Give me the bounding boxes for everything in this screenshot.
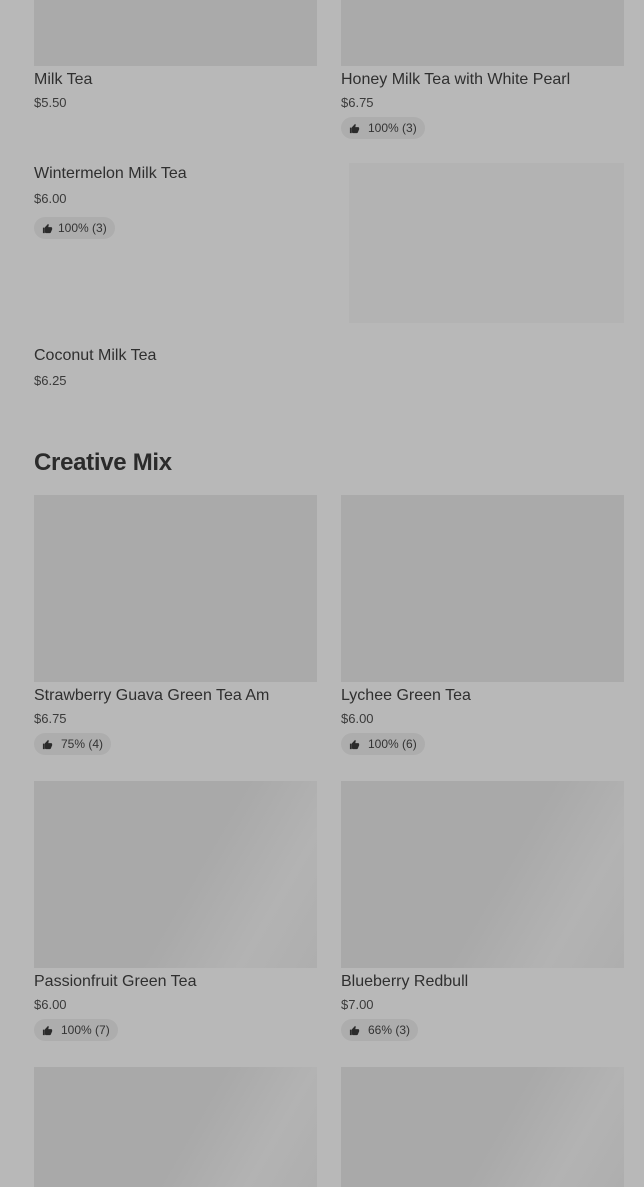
item-image[interactable]: [341, 495, 624, 682]
rating-badge: 66% (3): [341, 1019, 419, 1041]
rating-badge: 100% (6): [341, 733, 425, 755]
section-title-creative-mix: Creative Mix: [34, 449, 172, 476]
rating-text: 75% (4): [61, 737, 104, 751]
rating-badge: 100% (3): [341, 117, 425, 139]
item-name: Wintermelon Milk Tea: [34, 165, 187, 182]
rating-text: 100% (6): [368, 737, 417, 751]
rating-text: 100% (3): [368, 121, 417, 135]
thumbs-up-icon: [42, 223, 53, 234]
item-name: Passionfruit Green Tea: [34, 973, 197, 990]
rating-text: 100% (3): [58, 221, 107, 235]
thumbs-up-icon: [42, 739, 53, 750]
item-name: Coconut Milk Tea: [34, 347, 157, 364]
item-image[interactable]: [341, 0, 624, 66]
item-price: $5.50: [34, 95, 67, 110]
rating-text: 100% (7): [61, 1023, 110, 1037]
item-name: Lychee Green Tea: [341, 687, 471, 704]
item-price: $6.25: [34, 373, 67, 388]
item-image[interactable]: [34, 495, 317, 682]
menu-page: Milk Tea $5.50 Honey Milk Tea with White…: [0, 0, 644, 1187]
item-price: $6.75: [341, 95, 374, 110]
item-price: $6.75: [34, 711, 67, 726]
item-price: $6.00: [34, 191, 67, 206]
item-image[interactable]: [34, 781, 317, 968]
rating-badge: 75% (4): [34, 733, 112, 755]
item-price: $7.00: [341, 997, 374, 1012]
rating-badge: 100% (3): [34, 217, 115, 239]
item-image[interactable]: [341, 1067, 624, 1187]
item-image[interactable]: [34, 0, 317, 66]
thumbs-up-icon: [349, 739, 360, 750]
rating-text: 66% (3): [368, 1023, 411, 1037]
item-image[interactable]: [34, 1067, 317, 1187]
rating-badge: 100% (7): [34, 1019, 118, 1041]
item-name: Honey Milk Tea with White Pearl: [341, 71, 571, 88]
thumbs-up-icon: [42, 1025, 53, 1036]
item-price: $6.00: [341, 711, 374, 726]
thumbs-up-icon: [349, 1025, 360, 1036]
item-name: Strawberry Guava Green Tea Am: [34, 687, 270, 704]
item-price: $6.00: [34, 997, 67, 1012]
item-image[interactable]: [341, 781, 624, 968]
item-name: Milk Tea: [34, 71, 93, 88]
item-name: Blueberry Redbull: [341, 973, 469, 990]
thumbs-up-icon: [349, 123, 360, 134]
item-image[interactable]: [349, 163, 624, 323]
